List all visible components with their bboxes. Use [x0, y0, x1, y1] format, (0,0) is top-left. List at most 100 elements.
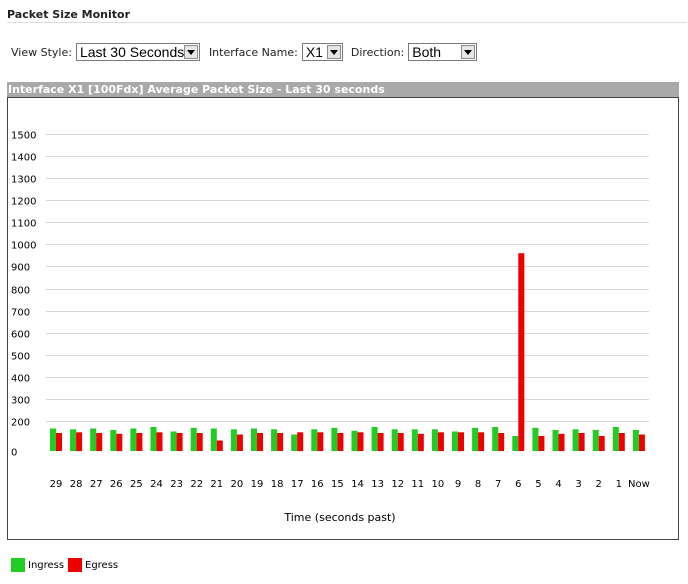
ingress-bar [50, 428, 56, 451]
y-tick-label: 1500 [11, 131, 36, 142]
ingress-bar [391, 429, 398, 452]
ingress-bar [230, 429, 237, 452]
ingress-bar [251, 428, 257, 451]
x-tick-label: 16 [311, 479, 324, 490]
egress-bar [136, 433, 143, 451]
x-tick-label: Now [628, 479, 650, 490]
egress-bar [578, 433, 585, 451]
interface-name-label: Interface Name: [208, 45, 298, 59]
x-tick-label: 10 [432, 479, 445, 490]
ingress-bar [170, 431, 177, 451]
egress-bar [236, 434, 243, 451]
y-tick-label: 200 [11, 418, 30, 429]
x-tick-label: 3 [575, 479, 581, 490]
egress-bar [76, 432, 83, 452]
y-tick-label: 1200 [11, 197, 36, 208]
x-tick-label: 6 [515, 479, 521, 490]
egress-bar [96, 433, 103, 451]
chevron-down-icon[interactable] [461, 45, 476, 59]
x-tick-label: 1 [616, 479, 622, 490]
egress-bar [478, 432, 485, 452]
x-tick-label: 29 [50, 479, 63, 490]
egress-bar [558, 433, 565, 452]
chart-header: Interface X1 [100Fdx] Average Packet Siz… [7, 82, 679, 97]
interface-name-value: X1 [305, 44, 323, 60]
ingress-bar [190, 427, 197, 452]
y-tick-label: 800 [11, 286, 30, 297]
legend-egress: Egress [68, 558, 118, 572]
egress-bar [397, 433, 404, 451]
x-tick-label: 25 [130, 479, 143, 490]
y-tick-label: 900 [11, 263, 30, 274]
ingress-bar [452, 431, 458, 451]
x-tick-label: 12 [391, 479, 404, 490]
x-tick-label: 23 [170, 479, 183, 490]
ingress-bar [70, 429, 77, 452]
egress-bar [277, 433, 284, 451]
filter-controls: View Style: Last 30 Seconds Interface Na… [11, 42, 478, 62]
view-style-select[interactable]: Last 30 Seconds [75, 43, 200, 61]
egress-bar [297, 432, 304, 452]
ingress-bar [210, 428, 217, 451]
x-tick-label: 24 [150, 479, 163, 490]
x-tick-label: 13 [371, 479, 384, 490]
x-tick-label: 27 [90, 479, 103, 490]
egress-bar [56, 433, 62, 451]
title-divider [7, 22, 687, 23]
ingress-bar [130, 428, 137, 451]
legend-ingress-label: Ingress [28, 559, 65, 571]
x-tick-label: 17 [291, 479, 304, 490]
direction-select[interactable]: Both [408, 43, 478, 61]
x-tick-label: 18 [271, 479, 284, 490]
y-tick-label: 600 [11, 330, 30, 341]
ingress-bar [492, 427, 499, 451]
page-title: Packet Size Monitor [7, 8, 131, 21]
x-tick-label: 2 [596, 479, 602, 490]
x-axis-label: Time (seconds past) [283, 511, 395, 524]
chevron-down-icon[interactable] [326, 45, 341, 59]
direction-label: Direction: [350, 45, 405, 59]
y-tick-label: 300 [11, 396, 30, 407]
y-tick-label: 1100 [11, 219, 36, 230]
egress-bar [498, 433, 505, 451]
egress-bar [538, 436, 545, 451]
egress-bar [156, 432, 163, 452]
egress-bar [518, 253, 525, 451]
ingress-bar [592, 430, 599, 451]
ingress-bar [331, 427, 338, 452]
x-tick-label: 20 [231, 479, 244, 490]
ingress-bar [512, 436, 519, 451]
x-tick-label: 21 [210, 479, 223, 490]
x-tick-label: 14 [351, 479, 364, 490]
egress-bar [116, 433, 123, 452]
egress-bar [638, 434, 645, 451]
ingress-bar [552, 430, 559, 451]
view-style-value: Last 30 Seconds [79, 44, 185, 60]
y-tick-label: 1400 [11, 153, 36, 164]
egress-bar [257, 433, 263, 451]
ingress-bar [431, 429, 438, 452]
y-tick-label: 400 [11, 374, 30, 385]
direction-value: Both [412, 44, 442, 60]
x-tick-label: 22 [190, 479, 203, 490]
egress-bar [377, 433, 384, 451]
ingress-bar [110, 430, 117, 451]
x-tick-label: 9 [455, 479, 461, 490]
interface-name-select[interactable]: X1 [301, 43, 343, 61]
ingress-bar [351, 430, 358, 452]
y-tick-label: 0 [11, 448, 17, 459]
x-tick-label: 4 [555, 479, 561, 490]
x-tick-label: 8 [475, 479, 481, 490]
ingress-bar [572, 429, 579, 452]
x-tick-label: 19 [251, 479, 264, 490]
view-style-label: View Style: [11, 45, 72, 59]
chevron-down-icon[interactable] [183, 45, 198, 59]
egress-bar [458, 432, 464, 452]
egress-bar [598, 436, 605, 451]
y-tick-label: 700 [11, 308, 30, 319]
egress-bar [417, 433, 424, 452]
y-tick-label: 1000 [11, 241, 36, 252]
egress-bar [196, 433, 203, 451]
x-tick-label: 15 [331, 479, 344, 490]
ingress-swatch [11, 558, 25, 572]
